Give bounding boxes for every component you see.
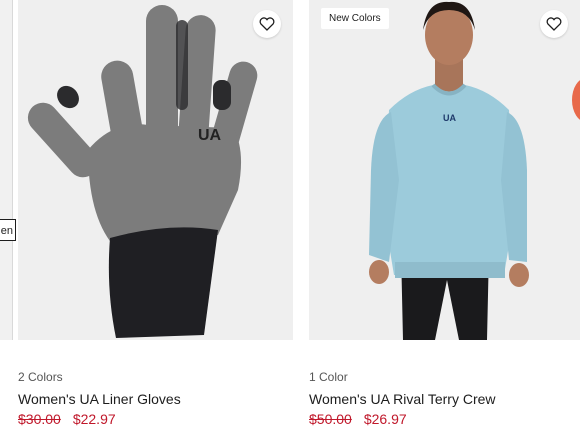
sale-price: $26.97 — [363, 411, 407, 427]
color-count[interactable]: 1 Color — [309, 370, 348, 384]
color-count[interactable]: 2 Colors — [18, 370, 63, 384]
sale-price: $22.97 — [72, 411, 116, 427]
heart-outline-icon — [546, 17, 562, 31]
favorite-button[interactable] — [253, 10, 281, 38]
svg-text:UA: UA — [198, 127, 222, 144]
sweatshirt-model-image: UA — [369, 1, 529, 340]
product-title[interactable]: Women's UA Rival Terry Crew — [309, 391, 496, 407]
price-row: $30.00 $22.97 — [18, 411, 116, 427]
product-image[interactable]: UA — [18, 0, 293, 340]
original-price: $30.00 — [18, 411, 61, 427]
product-title[interactable]: Women's UA Liner Gloves — [18, 391, 181, 407]
product-image[interactable]: UA New Colors — [309, 0, 580, 340]
favorite-button[interactable] — [540, 10, 568, 38]
svg-text:UA: UA — [443, 113, 456, 123]
previous-product-card-edge — [0, 0, 13, 340]
product-card-rival-terry-crew[interactable]: UA New Colors 1 Color Women's UA Rival T… — [309, 0, 580, 427]
original-price: $50.00 — [309, 411, 352, 427]
gloves-image: UA — [27, 5, 258, 338]
new-colors-badge: New Colors — [321, 8, 389, 29]
price-row: $50.00 $26.97 — [309, 411, 407, 427]
filter-chip-edge[interactable]: en — [0, 219, 16, 241]
heart-outline-icon — [259, 17, 275, 31]
product-card-liner-gloves[interactable]: UA 2 Colors Women's UA Liner Gloves $30.… — [18, 0, 293, 427]
